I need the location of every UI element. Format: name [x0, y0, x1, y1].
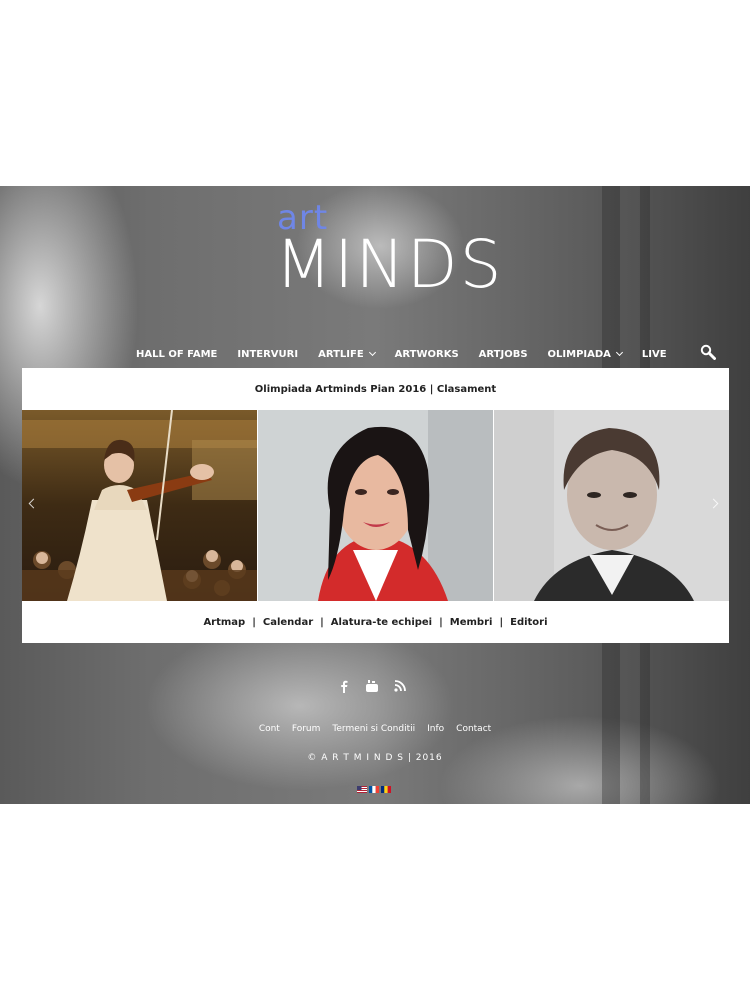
logo-minds-text: MINDS: [275, 226, 504, 303]
link-artmap[interactable]: Artmap: [203, 617, 245, 628]
chevron-down-icon: [615, 348, 623, 357]
nav-artjobs[interactable]: ARTJOBS: [469, 349, 538, 360]
slider-next-icon[interactable]: [708, 498, 720, 510]
pianist-photo[interactable]: [494, 410, 729, 601]
site-logo[interactable]: art MINDS: [275, 198, 502, 308]
footer-link-contact[interactable]: Contact: [456, 724, 491, 734]
search-icon[interactable]: [700, 344, 716, 360]
link-separator: |: [320, 616, 324, 628]
featured-panel: Olimpiada Artminds Pian 2016 | Clasament: [22, 368, 729, 643]
violinist-photo[interactable]: [22, 410, 257, 601]
flag-ro-icon[interactable]: [381, 786, 391, 793]
footer-link-termeni[interactable]: Termeni si Conditii: [332, 724, 415, 734]
flag-en-icon[interactable]: [357, 786, 367, 793]
nav-intervuri[interactable]: INTERVURI: [227, 349, 308, 360]
youtube-icon[interactable]: [365, 678, 379, 692]
featured-headline-text[interactable]: Olimpiada Artminds Pian 2016 | Clasament: [255, 384, 496, 395]
flag-fr-icon[interactable]: [369, 786, 379, 793]
link-calendar[interactable]: Calendar: [263, 617, 313, 628]
footer-link-cont[interactable]: Cont: [259, 724, 280, 734]
rss-icon[interactable]: [393, 678, 407, 692]
singer-photo[interactable]: [258, 410, 493, 601]
link-membri[interactable]: Membri: [450, 617, 493, 628]
copyright: © A R T M I N D S | 2016: [307, 753, 443, 763]
chevron-down-icon: [368, 348, 376, 357]
main-nav: HALL OF FAME INTERVURI ARTLIFE ARTWORKS …: [126, 344, 677, 364]
link-separator: |: [252, 616, 256, 628]
footer-link-forum[interactable]: Forum: [292, 724, 321, 734]
nav-live[interactable]: LIVE: [632, 349, 677, 360]
link-alatura-te-echipei[interactable]: Alatura-te echipei: [331, 617, 432, 628]
link-editori[interactable]: Editori: [510, 617, 547, 628]
panel-links: Artmap | Calendar | Alatura-te echipei |…: [22, 601, 729, 643]
nav-hall-of-fame[interactable]: HALL OF FAME: [126, 349, 227, 360]
nav-artlife[interactable]: ARTLIFE: [308, 349, 385, 360]
nav-olimpiada[interactable]: OLIMPIADA: [538, 349, 632, 360]
hero-background: art MINDS HALL OF FAME INTERVURI ARTLIFE…: [0, 186, 750, 804]
facebook-icon[interactable]: [337, 678, 351, 693]
footer-links: Cont Forum Termeni si Conditii Info Cont…: [0, 724, 750, 734]
link-separator: |: [439, 616, 443, 628]
slider-prev-icon[interactable]: [28, 498, 40, 510]
footer-link-info[interactable]: Info: [427, 724, 444, 734]
image-slider: [22, 410, 729, 601]
social-links: [337, 678, 407, 693]
language-switcher: [357, 786, 391, 793]
nav-artworks[interactable]: ARTWORKS: [385, 349, 469, 360]
featured-headline[interactable]: Olimpiada Artminds Pian 2016 | Clasament: [22, 368, 729, 410]
link-separator: |: [499, 616, 504, 628]
